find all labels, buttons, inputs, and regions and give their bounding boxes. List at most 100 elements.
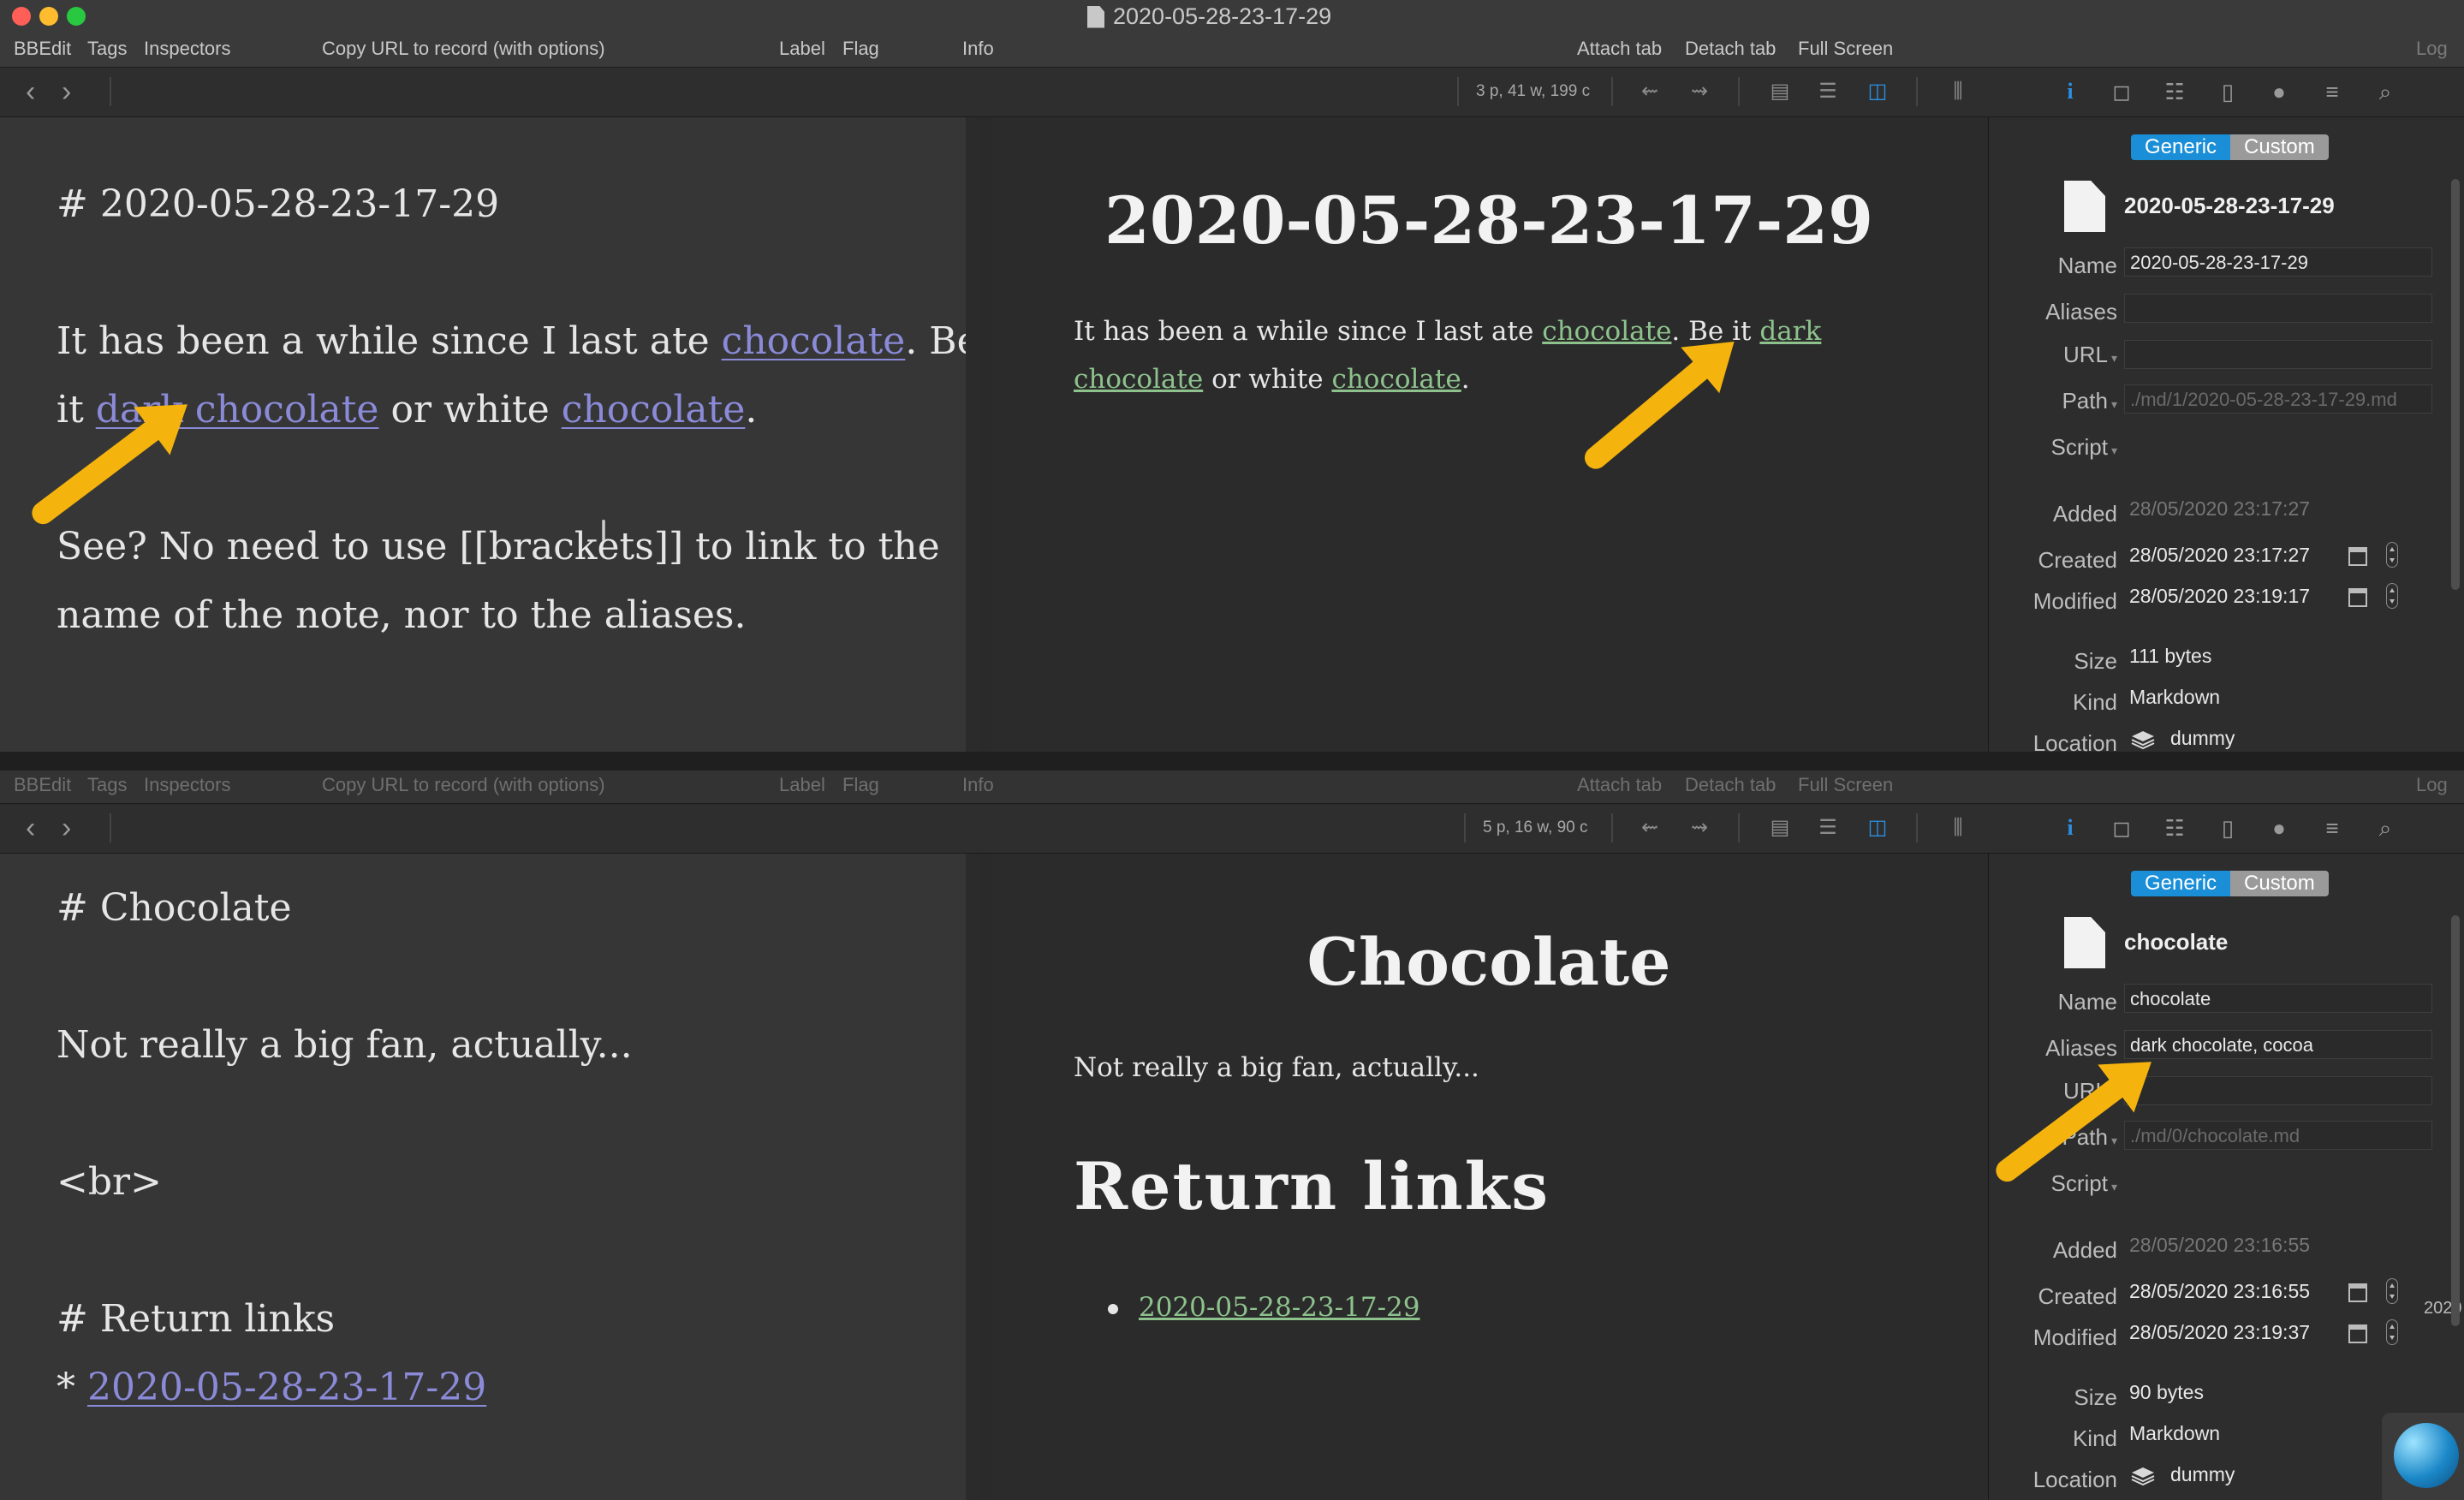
split-divider[interactable] [979, 854, 991, 1500]
list-icon[interactable]: ☷ [2161, 815, 2188, 841]
modified-value[interactable]: 28/05/2020 23:19:37 [2129, 1321, 2310, 1344]
columns-icon[interactable]: ⫼ [1945, 817, 1971, 839]
menu-attach-tab[interactable]: Attach tab [1577, 38, 1662, 60]
lines-icon[interactable]: ≡ [2318, 815, 2346, 841]
menu-attach-tab[interactable]: Attach tab [1577, 774, 1662, 796]
lines-icon[interactable]: ≡ [2318, 79, 2346, 104]
split-divider[interactable] [979, 117, 991, 752]
document-icon[interactable]: ▯ [2214, 815, 2241, 841]
info-icon[interactable]: i [2056, 815, 2084, 841]
modified-value[interactable]: 28/05/2020 23:19:17 [2129, 585, 2310, 608]
url-field[interactable] [2124, 1076, 2432, 1105]
menu-tags[interactable]: Tags [87, 38, 127, 60]
split-view-icon[interactable]: ◫ [1865, 80, 1890, 103]
path-field[interactable]: ./md/1/2020-05-28-23-17-29.md [2124, 384, 2432, 414]
aliases-field[interactable] [2124, 294, 2432, 323]
modified-stepper[interactable] [2386, 583, 2398, 609]
menu-full-screen[interactable]: Full Screen [1798, 774, 1893, 796]
search-icon[interactable]: ⌕ [2372, 79, 2399, 104]
menu-label[interactable]: Label [779, 774, 825, 796]
detach-icon[interactable]: ⇝ [1687, 817, 1712, 839]
list-icon[interactable]: ☷ [2161, 79, 2188, 104]
inspector-scrollbar[interactable] [2451, 915, 2460, 1326]
menu-bbedit[interactable]: BBEdit [14, 774, 71, 796]
modified-stepper[interactable] [2386, 1319, 2398, 1345]
created-stepper[interactable] [2386, 1278, 2398, 1304]
editor-link-note[interactable]: 2020-05-28-23-17-29 [87, 1366, 486, 1409]
editor-view-icon[interactable]: ▤ [1767, 80, 1793, 103]
created-value[interactable]: 28/05/2020 23:16:55 [2129, 1280, 2310, 1303]
attach-icon[interactable]: ⇜ [1637, 817, 1663, 839]
search-icon[interactable]: ⌕ [2372, 815, 2399, 841]
menu-flag[interactable]: Flag [842, 774, 879, 796]
menu-tags[interactable]: Tags [87, 774, 127, 796]
calendar-icon[interactable] [2348, 1324, 2367, 1343]
editor-link-chocolate[interactable]: chocolate [722, 319, 906, 363]
menu-info[interactable]: Info [962, 38, 994, 60]
script-label[interactable]: Script ▾ [1989, 434, 2118, 461]
forward-icon[interactable]: › [62, 75, 71, 109]
preview-link-chocolate[interactable]: chocolate [1331, 364, 1461, 395]
comment-icon[interactable]: ◻ [2108, 79, 2135, 104]
database-icon [2131, 1467, 2155, 1485]
editor-view-icon[interactable]: ▤ [1767, 817, 1793, 839]
circle-icon[interactable]: ● [2265, 815, 2293, 841]
menu-info[interactable]: Info [962, 774, 994, 796]
menu-log[interactable]: Log [2416, 774, 2448, 796]
tab-generic[interactable]: Generic [2131, 134, 2231, 160]
detach-icon[interactable]: ⇝ [1687, 80, 1712, 103]
url-label[interactable]: URL▾ [1989, 342, 2117, 368]
tab-generic[interactable]: Generic [2131, 871, 2231, 896]
path-field[interactable]: ./md/0/chocolate.md [2124, 1121, 2432, 1150]
preview-link-note[interactable]: 2020-05-28-23-17-29 [1139, 1292, 1420, 1323]
document-icon[interactable]: ▯ [2214, 79, 2241, 104]
app-dock-tile[interactable] [2382, 1413, 2464, 1500]
split-view-icon[interactable]: ◫ [1865, 817, 1890, 839]
minimize-window-button[interactable] [39, 7, 58, 26]
name-field[interactable]: 2020-05-28-23-17-29 [2124, 247, 2432, 277]
menu-inspectors[interactable]: Inspectors [144, 38, 231, 60]
menu-flag[interactable]: Flag [842, 38, 879, 60]
calendar-icon[interactable] [2348, 588, 2367, 607]
circle-icon[interactable]: ● [2265, 79, 2293, 104]
menu-detach-tab[interactable]: Detach tab [1685, 38, 1776, 60]
menu-inspectors[interactable]: Inspectors [144, 774, 231, 796]
comment-icon[interactable]: ◻ [2108, 815, 2135, 841]
attach-icon[interactable]: ⇜ [1637, 80, 1663, 103]
menu-label[interactable]: Label [779, 38, 825, 60]
close-window-button[interactable] [12, 7, 31, 26]
info-icon[interactable]: i [2056, 79, 2084, 104]
name-field[interactable]: chocolate [2124, 984, 2432, 1013]
created-value[interactable]: 28/05/2020 23:17:27 [2129, 544, 2310, 567]
calendar-icon[interactable] [2348, 547, 2367, 566]
tab-custom[interactable]: Custom [2230, 871, 2329, 896]
editor-text[interactable]: # Chocolate Not really a big fan, actual… [57, 874, 633, 1422]
markdown-editor[interactable]: # Chocolate Not really a big fan, actual… [0, 854, 966, 1500]
menu-copy-url[interactable]: Copy URL to record (with options) [322, 38, 605, 60]
preview-link-chocolate[interactable]: chocolate [1542, 316, 1671, 347]
menu-log[interactable]: Log [2416, 38, 2448, 60]
back-icon[interactable]: ‹ [26, 75, 35, 109]
forward-icon[interactable]: › [62, 812, 71, 845]
tab-custom[interactable]: Custom [2230, 134, 2329, 160]
url-field[interactable] [2124, 340, 2432, 369]
menu-copy-url[interactable]: Copy URL to record (with options) [322, 774, 605, 796]
preview-view-icon[interactable]: ☰ [1815, 80, 1841, 103]
app-icon[interactable] [2394, 1423, 2459, 1488]
location-value[interactable]: dummy [2170, 1463, 2235, 1486]
inspector-scrollbar[interactable] [2451, 179, 2460, 590]
location-value[interactable]: dummy [2170, 727, 2235, 750]
calendar-icon[interactable] [2348, 1283, 2367, 1302]
preview-view-icon[interactable]: ☰ [1815, 817, 1841, 839]
back-icon[interactable]: ‹ [26, 812, 35, 845]
created-stepper[interactable] [2386, 542, 2398, 568]
editor-text[interactable]: # 2020-05-28-23-17-29 It has been a whil… [57, 170, 966, 650]
menu-full-screen[interactable]: Full Screen [1798, 38, 1893, 60]
menu-bbedit[interactable]: BBEdit [14, 38, 71, 60]
columns-icon[interactable]: ⫼ [1945, 80, 1971, 103]
path-label[interactable]: Path ▾ [1989, 388, 2117, 414]
aliases-field[interactable]: dark chocolate, cocoa [2124, 1030, 2432, 1059]
menu-detach-tab[interactable]: Detach tab [1685, 774, 1776, 796]
editor-link-chocolate[interactable]: chocolate [562, 388, 746, 432]
zoom-window-button[interactable] [67, 7, 86, 26]
